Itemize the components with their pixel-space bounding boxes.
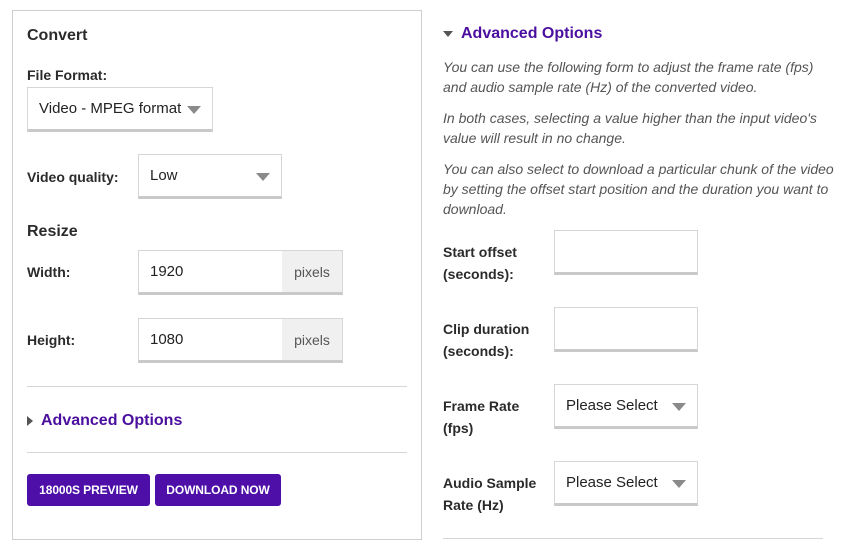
advanced-options-toggle[interactable]: Advanced Options bbox=[27, 412, 182, 430]
frame-rate-label-line2: (fps) bbox=[443, 420, 474, 436]
start-offset-label: Start offset (seconds): bbox=[443, 241, 517, 285]
clip-duration-input[interactable] bbox=[554, 307, 698, 352]
start-offset-input[interactable] bbox=[554, 230, 698, 275]
video-quality-value: Low bbox=[150, 167, 178, 184]
audio-sample-rate-label: Audio Sample Rate (Hz) bbox=[443, 472, 536, 516]
frame-rate-label-line1: Frame Rate bbox=[443, 398, 520, 414]
advanced-info-paragraph-3: You can also select to download a partic… bbox=[443, 161, 834, 217]
file-format-select[interactable]: Video - MPEG format bbox=[27, 87, 213, 132]
chevron-down-icon bbox=[187, 106, 201, 114]
audio-sample-rate-label-line2: Rate (Hz) bbox=[443, 497, 504, 513]
resize-heading: Resize bbox=[27, 223, 78, 240]
advanced-info-paragraph-2: In both cases, selecting a value higher … bbox=[443, 110, 817, 146]
video-quality-select[interactable]: Low bbox=[138, 154, 282, 199]
width-unit: pixels bbox=[282, 251, 342, 292]
advanced-options-title: Advanced Options bbox=[461, 25, 603, 42]
file-format-value: Video - MPEG format bbox=[39, 100, 182, 117]
frame-rate-label: Frame Rate (fps) bbox=[443, 395, 519, 439]
audio-sample-rate-value: Please Select bbox=[566, 474, 658, 491]
chevron-down-icon bbox=[672, 403, 686, 411]
chevron-down-icon bbox=[256, 173, 270, 181]
advanced-options-header[interactable]: Advanced Options bbox=[443, 25, 602, 43]
divider bbox=[443, 538, 823, 539]
height-field[interactable]: 1080 pixels bbox=[138, 318, 343, 363]
width-input[interactable]: 1920 bbox=[139, 251, 282, 292]
caret-down-icon bbox=[443, 31, 453, 37]
start-offset-label-line1: Start offset bbox=[443, 244, 517, 260]
chevron-down-icon bbox=[672, 480, 686, 488]
download-now-button[interactable]: DOWNLOAD NOW bbox=[155, 474, 281, 506]
convert-panel: Convert File Format: Video - MPEG format… bbox=[12, 10, 422, 540]
frame-rate-select[interactable]: Please Select bbox=[554, 384, 698, 429]
divider bbox=[27, 386, 407, 387]
advanced-options-toggle-label: Advanced Options bbox=[41, 412, 183, 429]
frame-rate-value: Please Select bbox=[566, 397, 658, 414]
advanced-info-paragraph-1: You can use the following form to adjust… bbox=[443, 59, 814, 95]
clip-duration-label-line1: Clip duration bbox=[443, 321, 530, 337]
clip-duration-label-line2: (seconds): bbox=[443, 343, 514, 359]
video-quality-label: Video quality: bbox=[27, 169, 119, 185]
audio-sample-rate-select[interactable]: Please Select bbox=[554, 461, 698, 506]
clip-duration-label: Clip duration (seconds): bbox=[443, 318, 529, 362]
height-unit: pixels bbox=[282, 319, 342, 360]
audio-sample-rate-label-line1: Audio Sample bbox=[443, 475, 537, 491]
file-format-label: File Format: bbox=[27, 67, 108, 83]
height-input[interactable]: 1080 bbox=[139, 319, 282, 360]
width-field[interactable]: 1920 pixels bbox=[138, 250, 343, 295]
height-label: Height: bbox=[27, 332, 76, 348]
convert-heading: Convert bbox=[27, 27, 88, 44]
caret-right-icon bbox=[27, 416, 33, 426]
preview-button[interactable]: 18000S PREVIEW bbox=[27, 474, 150, 506]
width-label: Width: bbox=[27, 264, 71, 280]
divider bbox=[27, 452, 407, 453]
start-offset-label-line2: (seconds): bbox=[443, 266, 514, 282]
